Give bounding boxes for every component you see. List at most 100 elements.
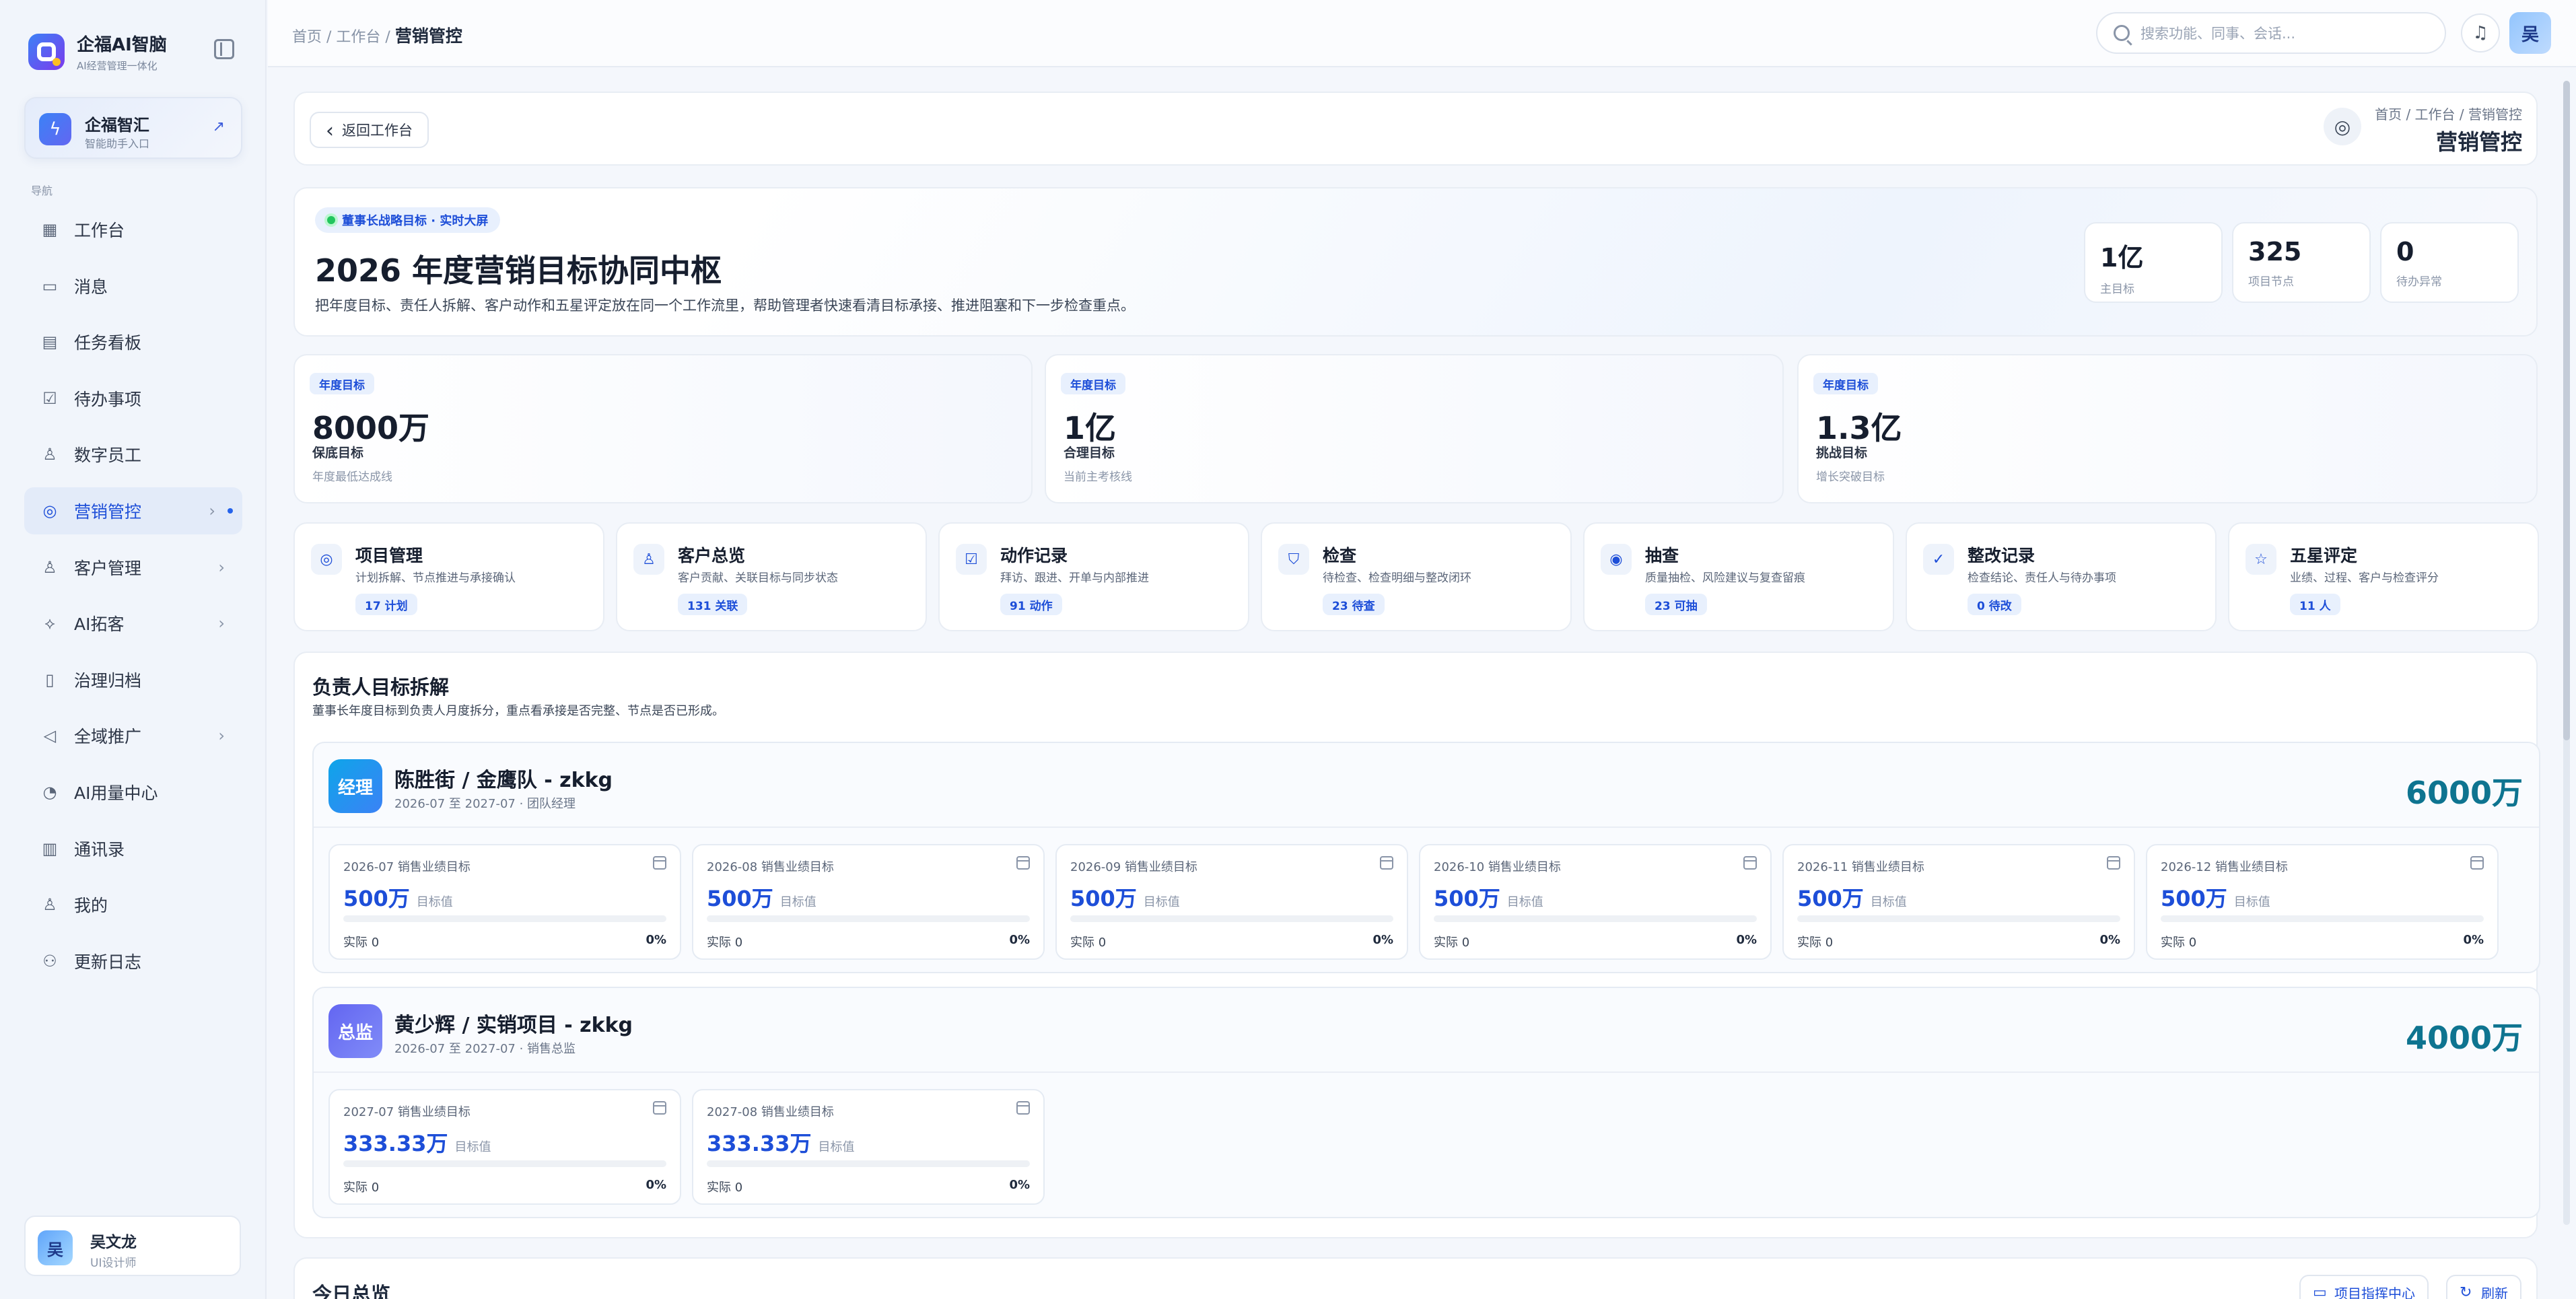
goal-card-reasonable: 年度目标 1亿 合理目标 当前主考核线: [1045, 354, 1784, 503]
target-icon: ◎: [42, 501, 57, 520]
month-target-card[interactable]: 2027-07 销售业绩目标 333.33万 目标值 实际 0 0%: [328, 1089, 681, 1205]
status-badge: 董事长战略目标 · 实时大屏: [315, 207, 501, 233]
module-inspection[interactable]: ⛉ 检查 待检查、检查明细与整改闭环 23 待查: [1261, 522, 1572, 631]
bell-icon[interactable]: ♫: [2461, 13, 2500, 52]
sidebar-item-workbench[interactable]: ▦ 工作台: [24, 206, 242, 253]
module-five-star[interactable]: ☆ 五星评定 业绩、过程、客户与检查评分 11 人: [2228, 522, 2539, 631]
sidebar-item-contacts[interactable]: ▥ 通讯录: [24, 825, 242, 872]
module-sub: 检查结论、责任人与待办事项: [1968, 571, 2116, 585]
month-target-card[interactable]: 2026-11 销售业绩目标 500万 目标值 实际 0 0%: [1782, 844, 2135, 960]
user-icon: ♙: [42, 445, 57, 464]
sidebar-item-profile[interactable]: ♙ 我的: [24, 881, 242, 928]
month-actual: 实际 0: [707, 1181, 743, 1195]
progress-bar: [343, 915, 666, 922]
progress-bar: [1797, 915, 2120, 922]
month-label: 2026-11 销售业绩目标: [1797, 860, 1924, 874]
breadcrumb-home[interactable]: 首页: [292, 29, 322, 46]
module-action-records[interactable]: ☑ 动作记录 拜访、跟进、开单与内部推进 91 动作: [938, 522, 1249, 631]
module-rectification[interactable]: ✓ 整改记录 检查结论、责任人与待办事项 0 待改: [1906, 522, 2217, 631]
refresh-button[interactable]: ↻ 刷新: [2446, 1275, 2521, 1299]
owner-role-avatar: 总监: [328, 1004, 382, 1058]
section-title: 今日总览: [312, 1283, 391, 1299]
calendar-icon: [1380, 856, 1393, 870]
month-target-card[interactable]: 2027-08 销售业绩目标 333.33万 目标值 实际 0 0%: [692, 1089, 1045, 1205]
month-target-card[interactable]: 2026-12 销售业绩目标 500万 目标值 实际 0 0%: [2146, 844, 2499, 960]
month-percent: 0%: [646, 1178, 666, 1192]
section-subtitle: 董事长年度目标到负责人月度拆分，重点看承接是否完整、节点是否已形成。: [312, 704, 724, 718]
brand[interactable]: 企福AI智脑 AI经营管理一体化: [28, 31, 167, 73]
sidebar-item-changelog[interactable]: ⚇ 更新日志: [24, 938, 242, 985]
message-icon: ▭: [42, 276, 58, 295]
sidebar-item-archive[interactable]: ▯ 治理归档: [24, 656, 242, 703]
todo-icon: ☑: [42, 388, 57, 408]
month-actual: 实际 0: [1070, 936, 1107, 950]
sidebar-item-kanban[interactable]: ▤ 任务看板: [24, 318, 242, 365]
breadcrumb-workbench[interactable]: 工作台: [336, 29, 380, 46]
month-target-card[interactable]: 2026-10 销售业绩目标 500万 目标值 实际 0 0%: [1419, 844, 1772, 960]
sidebar-item-label: 治理归档: [74, 670, 142, 691]
month-percent: 0%: [1009, 1178, 1030, 1192]
page-title: 营销管控: [2435, 129, 2522, 155]
goal-sub: 年度最低达成线: [312, 470, 392, 484]
module-customer-overview[interactable]: ♙ 客户总览 客户贡献、关联目标与同步状态 131 关联: [616, 522, 927, 631]
shield-icon: ⛉: [1278, 544, 1309, 575]
sidebar-item-label: 消息: [74, 277, 108, 297]
goal-value: 1亿: [1064, 410, 1117, 446]
calendar-icon: [2470, 856, 2484, 870]
month-target-card[interactable]: 2026-09 销售业绩目标 500万 目标值 实际 0 0%: [1055, 844, 1408, 960]
module-project-management[interactable]: ◎ 项目管理 计划拆解、节点推进与承接确认 17 计划: [293, 522, 604, 631]
module-sub: 客户贡献、关联目标与同步状态: [678, 571, 838, 585]
owner-block: 经理 陈胜街 / 金鹰队 - zkkg 2026-07 至 2027-07 · …: [312, 742, 2540, 973]
month-label: 2026-07 销售业绩目标: [343, 860, 471, 874]
ai-icon: ⟡: [44, 614, 55, 633]
search-icon: [2114, 25, 2130, 41]
module-badge: 17 计划: [355, 594, 417, 615]
module-badge: 23 待查: [1323, 594, 1385, 615]
user-icon: ♙: [42, 557, 57, 577]
sidebar-item-ai-prospecting[interactable]: ⟡ AI拓客 ›: [24, 600, 242, 647]
refresh-icon: ↻: [2460, 1284, 2472, 1299]
sidebar-item-label: AI用量中心: [74, 783, 158, 803]
avatar[interactable]: 吴: [2509, 12, 2551, 54]
sidebar-item-digital-staff[interactable]: ♙ 数字员工: [24, 431, 242, 478]
sidebar-nav: ▦ 工作台 ▭ 消息 ▤ 任务看板 ☑ 待办事项 ♙ 数字员工 ◎ 营销管控 › ♙ 客户管理 ›…: [24, 206, 242, 993]
profile-icon: ♙: [42, 895, 57, 915]
user-card[interactable]: 吴 吴文龙 UI设计师: [24, 1216, 241, 1276]
month-value-label: 目标值: [1143, 895, 1180, 909]
goal-name: 合理目标: [1064, 446, 1115, 460]
sidebar-item-todo[interactable]: ☑ 待办事项: [24, 375, 242, 422]
scrollbar[interactable]: [2563, 81, 2570, 1225]
hero-panel: 董事长战略目标 · 实时大屏 2026 年度营销目标协同中枢 把年度目标、责任人…: [293, 187, 2538, 337]
sidebar-item-label: 任务看板: [74, 333, 142, 353]
goal-name: 挑战目标: [1816, 446, 1868, 460]
back-button[interactable]: 返回工作台: [310, 112, 429, 148]
sidebar-item-marketing-control[interactable]: ◎ 营销管控 ›: [24, 487, 242, 534]
brand-subtitle: AI经营管理一体化: [77, 60, 158, 72]
command-center-button[interactable]: ▭ 项目指挥中心: [2299, 1275, 2429, 1299]
module-sub: 计划拆解、节点推进与承接确认: [355, 571, 516, 585]
month-target-card[interactable]: 2026-08 销售业绩目标 500万 目标值 实际 0 0%: [692, 844, 1045, 960]
section-title: 负责人目标拆解: [312, 676, 450, 699]
divider: [314, 827, 2539, 828]
goal-tag: 年度目标: [1061, 373, 1125, 394]
sidebar-item-customers[interactable]: ♙ 客户管理 ›: [24, 544, 242, 591]
month-label: 2026-09 销售业绩目标: [1070, 860, 1197, 874]
month-value-label: 目标值: [2233, 895, 2270, 909]
assistant-entry[interactable]: ϟ 企福智汇 智能助手入口 ↗: [24, 97, 242, 159]
owner-name: 黄少辉 / 实销项目 - zkkg: [394, 1014, 633, 1037]
month-value-label: 目标值: [416, 895, 453, 909]
sidebar-item-label: 工作台: [74, 221, 125, 240]
search-input[interactable]: 搜索功能、同事、会话...: [2096, 12, 2446, 54]
module-title: 整改记录: [1968, 546, 2035, 565]
sidebar-collapse-icon[interactable]: [214, 39, 234, 59]
month-value: 500万: [1797, 886, 1864, 911]
sidebar-item-messages[interactable]: ▭ 消息: [24, 262, 242, 310]
owner-period: 2026-07 至 2027-07 · 团队经理: [394, 797, 576, 811]
sidebar-item-ai-usage[interactable]: ◔ AI用量中心: [24, 769, 242, 816]
month-target-card[interactable]: 2026-07 销售业绩目标 500万 目标值 实际 0 0%: [328, 844, 681, 960]
month-value: 500万: [1070, 886, 1137, 911]
sidebar-item-promotion[interactable]: ◁ 全域推广 ›: [24, 712, 242, 759]
module-spot-check[interactable]: ◉ 抽查 质量抽检、风险建议与复查留痕 23 可抽: [1583, 522, 1894, 631]
owner-role-avatar: 经理: [328, 759, 382, 813]
brand-logo-icon: [28, 34, 65, 70]
